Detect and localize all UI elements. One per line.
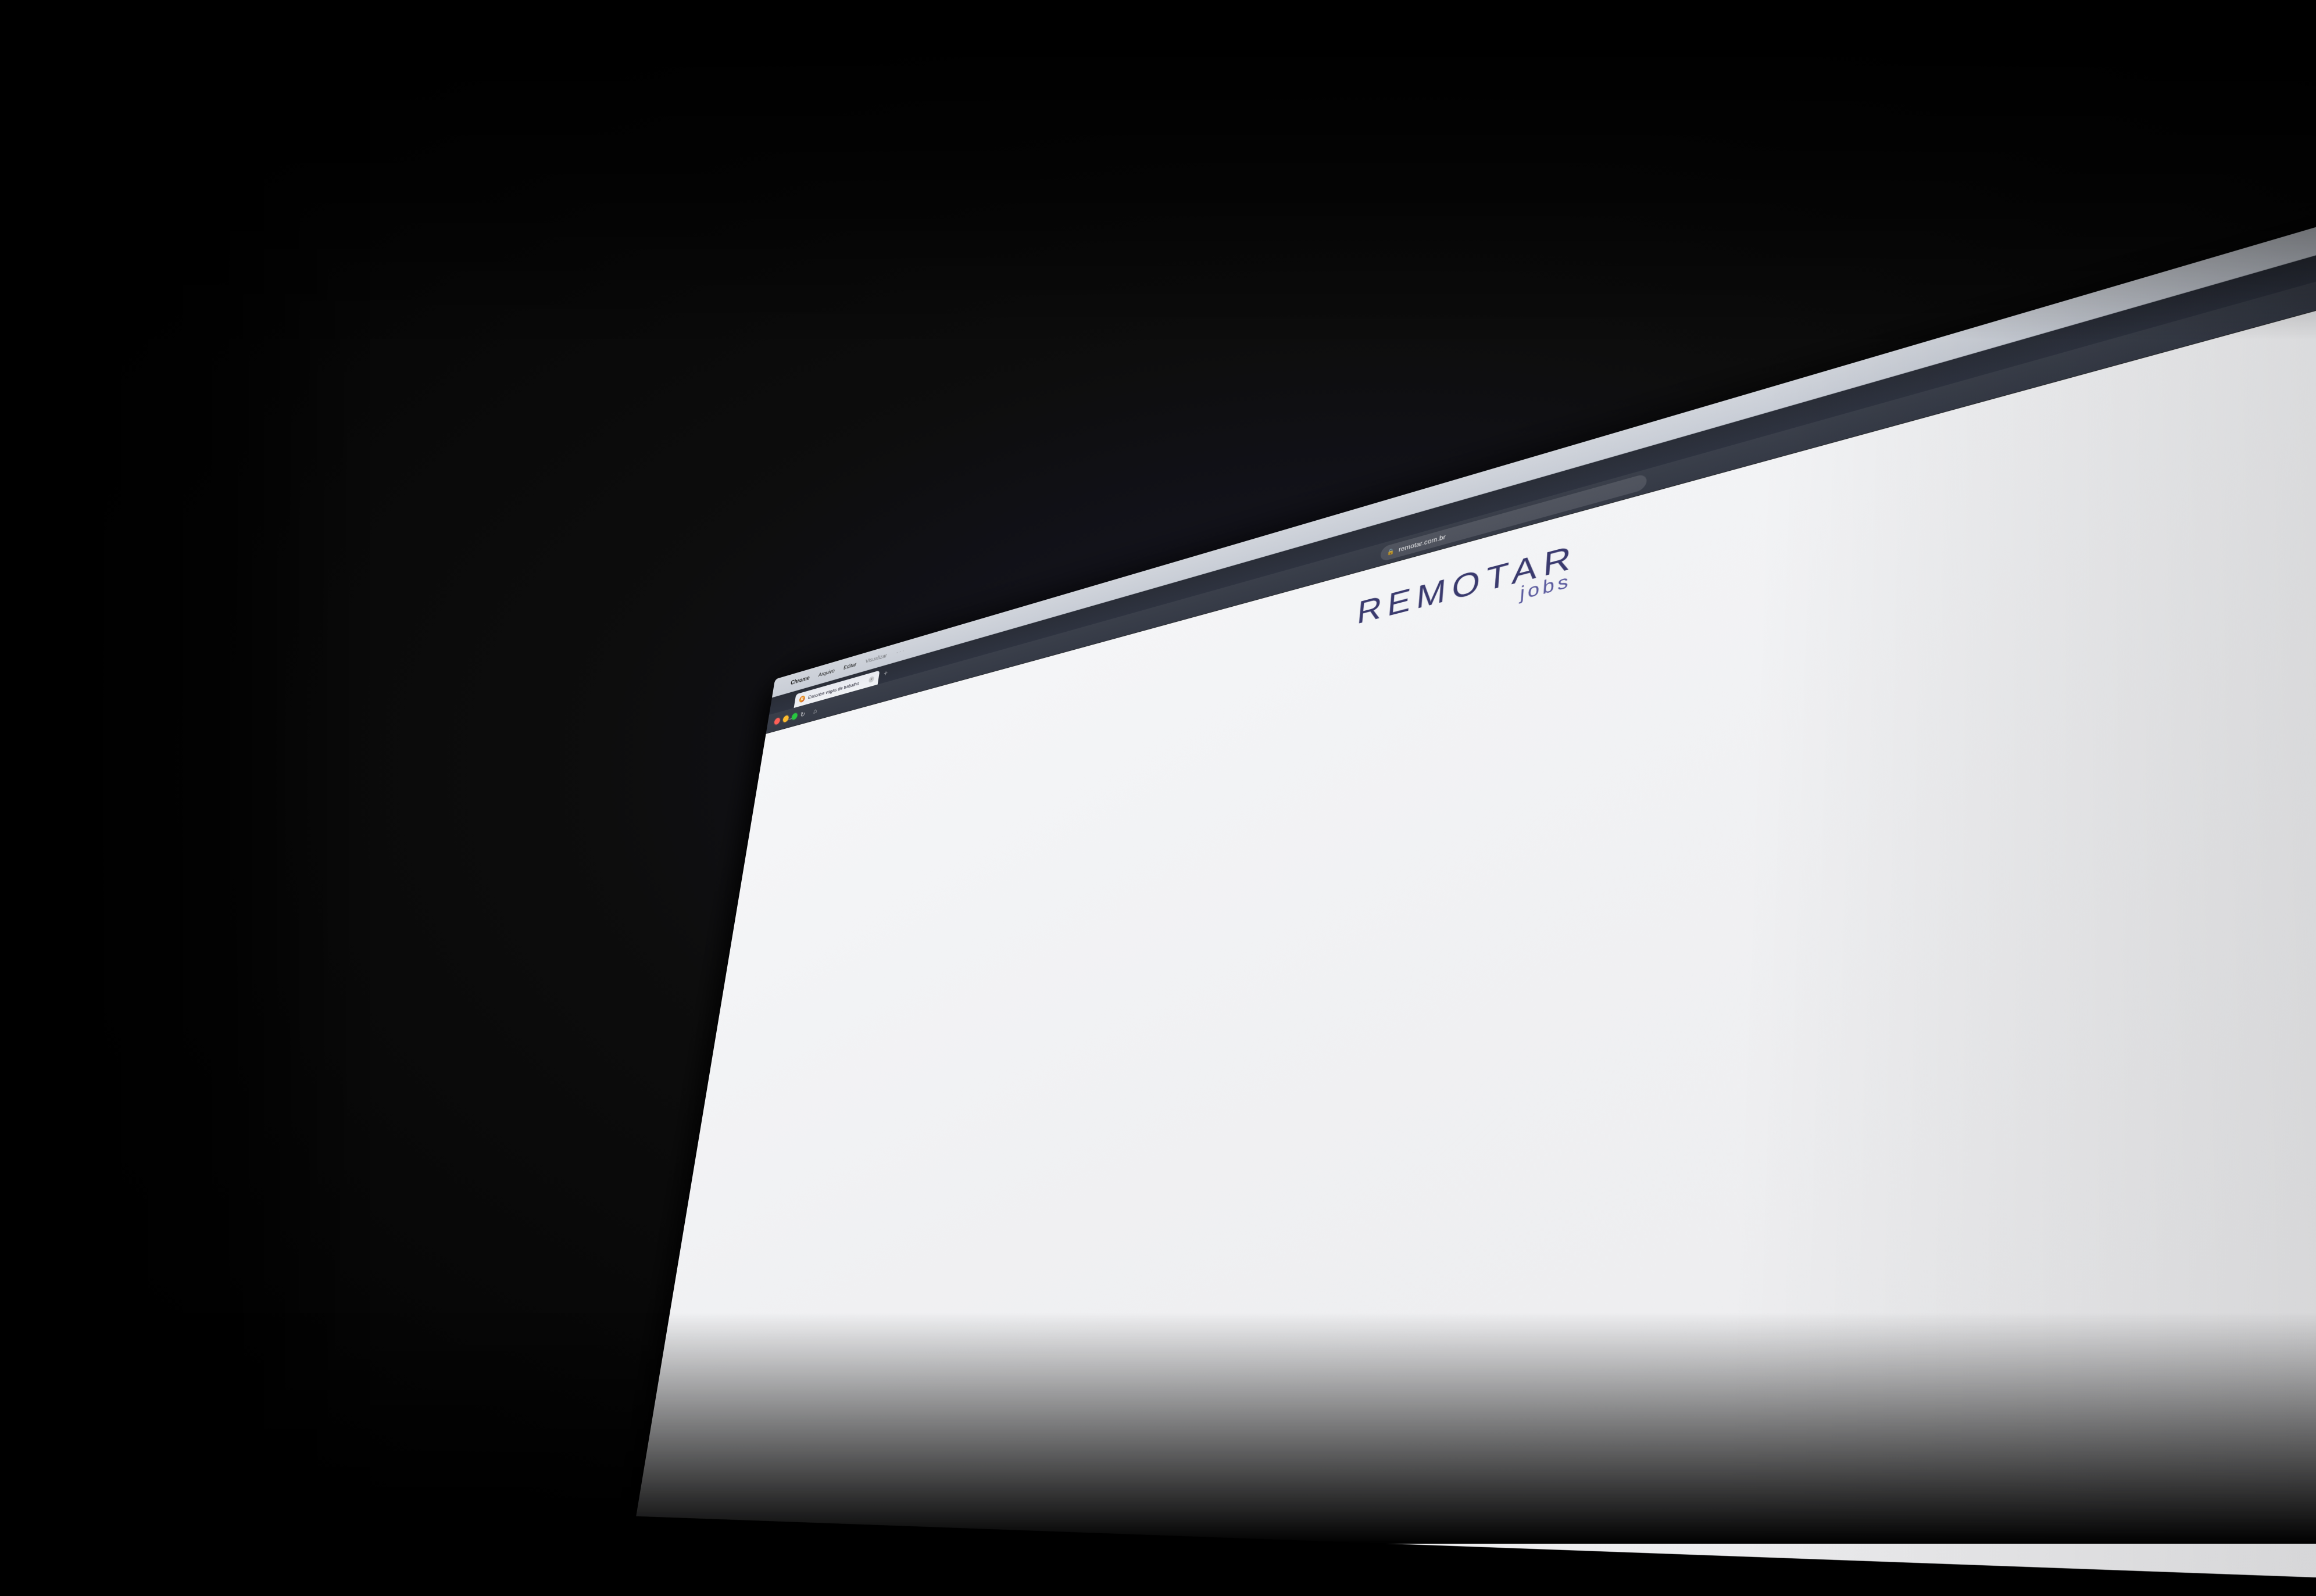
menu-arquivo[interactable]: Arquivo — [818, 668, 835, 679]
menu-visualizar[interactable]: Visualizar — [865, 652, 887, 664]
scene: Chrome Arquivo Editar Visualizar ··· — [0, 0, 2316, 1544]
bottom-vignette — [0, 1312, 2316, 1544]
tab-close-button[interactable]: × — [868, 676, 874, 684]
home-button[interactable]: ⌂ — [810, 705, 820, 717]
lock-icon: 🔒 — [1386, 547, 1395, 557]
menu-more: ··· — [896, 647, 906, 656]
reload-button[interactable]: ↻ — [798, 708, 807, 720]
menu-chrome[interactable]: Chrome — [790, 675, 810, 687]
new-tab-button[interactable]: + — [879, 666, 892, 681]
menu-editar[interactable]: Editar — [843, 661, 857, 671]
tab-favicon: R — [799, 695, 806, 703]
